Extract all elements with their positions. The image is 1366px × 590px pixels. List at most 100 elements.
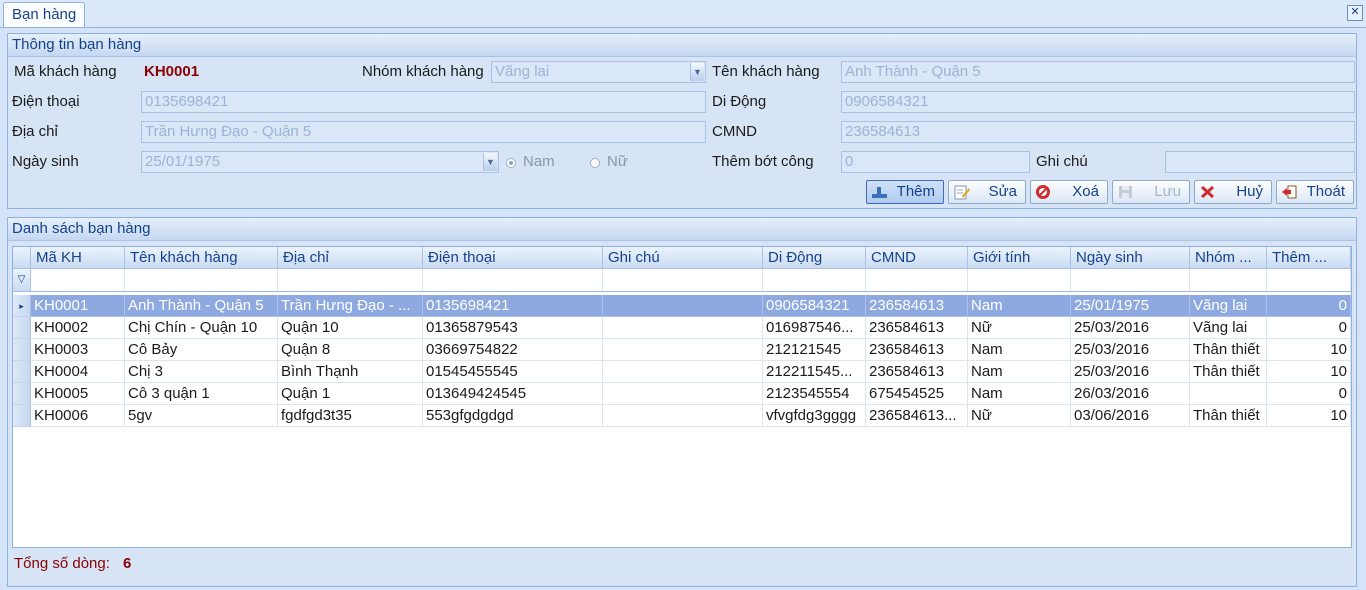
row-indicator[interactable]: [13, 317, 31, 339]
xoa-button[interactable]: Xoá: [1030, 180, 1108, 204]
cell-nhom[interactable]: [1190, 383, 1267, 405]
column-header-ngay-sinh[interactable]: Ngày sinh: [1071, 247, 1190, 269]
column-header-them-bot[interactable]: Thêm ...: [1267, 247, 1351, 269]
column-header-ma-kh[interactable]: Mã KH: [31, 247, 125, 269]
filter-cell-gioi-tinh[interactable]: [968, 269, 1071, 291]
cell-them-bot[interactable]: 0: [1267, 317, 1351, 339]
cell-dien-thoai[interactable]: 01545455545: [423, 361, 603, 383]
cell-ma-kh[interactable]: KH0006: [31, 405, 125, 427]
cell-dia-chi[interactable]: fgdfgd3t35: [278, 405, 423, 427]
cell-ghi-chu[interactable]: [603, 339, 763, 361]
cell-di-dong[interactable]: 2123545554: [763, 383, 866, 405]
them-bot-cong-input[interactable]: 0: [841, 151, 1030, 173]
huy-button[interactable]: Huỷ: [1194, 180, 1272, 204]
filter-row[interactable]: ▽: [13, 269, 1351, 292]
cell-dia-chi[interactable]: Quận 8: [278, 339, 423, 361]
cell-them-bot[interactable]: 0: [1267, 383, 1351, 405]
tab-ban-hang[interactable]: Bạn hàng: [3, 2, 86, 27]
row-indicator[interactable]: [13, 383, 31, 405]
di-dong-input[interactable]: 0906584321: [841, 91, 1355, 113]
row-indicator[interactable]: [13, 339, 31, 361]
dien-thoai-input[interactable]: 0135698421: [141, 91, 706, 113]
cell-di-dong[interactable]: 212121545: [763, 339, 866, 361]
cell-di-dong[interactable]: 212211545...: [763, 361, 866, 383]
cell-ten-kh[interactable]: Cô 3 quận 1: [125, 383, 278, 405]
customer-grid[interactable]: ▽ Mã KH Tên khách hàng Địa chỉ Điện thoại Gh…: [12, 246, 1352, 548]
column-header-dien-thoai[interactable]: Điện thoại: [423, 247, 603, 269]
cell-ngay-sinh[interactable]: 25/03/2016: [1071, 339, 1190, 361]
filter-cell-dia-chi[interactable]: [278, 269, 423, 291]
cell-ma-kh[interactable]: KH0001: [31, 295, 125, 317]
cell-ma-kh[interactable]: KH0003: [31, 339, 125, 361]
table-row[interactable]: ▸ KH0001 Anh Thành - Quận 5 Trần Hưng Đạo -…: [13, 295, 1351, 317]
close-icon[interactable]: ✕: [1347, 5, 1363, 21]
dia-chi-input[interactable]: Trần Hưng Đạo - Quận 5: [141, 121, 706, 143]
luu-button[interactable]: Lưu: [1112, 180, 1190, 204]
filter-cell-ten-kh[interactable]: [125, 269, 278, 291]
cell-nhom[interactable]: Thân thiết: [1190, 339, 1267, 361]
cell-ma-kh[interactable]: KH0005: [31, 383, 125, 405]
cell-ghi-chu[interactable]: [603, 383, 763, 405]
table-row[interactable]: KH0005 Cô 3 quận 1 Quận 1 013649424545 21235…: [13, 383, 1351, 405]
cell-di-dong[interactable]: 0906584321: [763, 295, 866, 317]
cmnd-input[interactable]: 236584613: [841, 121, 1355, 143]
filter-cell-di-dong[interactable]: [763, 269, 866, 291]
cell-nhom[interactable]: Thân thiết: [1190, 361, 1267, 383]
cell-gioi-tinh[interactable]: Nữ: [968, 405, 1071, 427]
cell-ma-kh[interactable]: KH0004: [31, 361, 125, 383]
sua-button[interactable]: Sửa: [948, 180, 1026, 204]
cell-ma-kh[interactable]: KH0002: [31, 317, 125, 339]
filter-icon[interactable]: ▽: [13, 269, 31, 291]
cell-di-dong[interactable]: 016987546...: [763, 317, 866, 339]
row-indicator[interactable]: [13, 405, 31, 427]
filter-cell-cmnd[interactable]: [866, 269, 968, 291]
cell-them-bot[interactable]: 0: [1267, 295, 1351, 317]
cell-cmnd[interactable]: 236584613: [866, 317, 968, 339]
them-button[interactable]: Thêm: [866, 180, 944, 204]
chevron-down-icon[interactable]: ▼: [690, 63, 704, 81]
column-header-dia-chi[interactable]: Địa chỉ: [278, 247, 423, 269]
cell-dia-chi[interactable]: Quận 10: [278, 317, 423, 339]
cell-ngay-sinh[interactable]: 25/03/2016: [1071, 317, 1190, 339]
cell-gioi-tinh[interactable]: Nữ: [968, 317, 1071, 339]
cell-ten-kh[interactable]: Chị Chín - Quận 10: [125, 317, 278, 339]
cell-ghi-chu[interactable]: [603, 405, 763, 427]
column-header-gioi-tinh[interactable]: Giới tính: [968, 247, 1071, 269]
cell-them-bot[interactable]: 10: [1267, 405, 1351, 427]
cell-nhom[interactable]: Vãng lai: [1190, 317, 1267, 339]
cell-nhom[interactable]: Thân thiết: [1190, 405, 1267, 427]
filter-cell-nhom[interactable]: [1190, 269, 1267, 291]
filter-cell-them-bot[interactable]: [1267, 269, 1351, 291]
cell-dien-thoai[interactable]: 0135698421: [423, 295, 603, 317]
cell-gioi-tinh[interactable]: Nam: [968, 295, 1071, 317]
cell-gioi-tinh[interactable]: Nam: [968, 361, 1071, 383]
cell-dia-chi[interactable]: Quận 1: [278, 383, 423, 405]
nhom-kh-select[interactable]: Vãng lai ▼: [491, 61, 706, 83]
radio-nu[interactable]: [590, 158, 600, 168]
cell-di-dong[interactable]: vfvgfdg3gggg: [763, 405, 866, 427]
cell-cmnd[interactable]: 236584613...: [866, 405, 968, 427]
cell-dien-thoai[interactable]: 03669754822: [423, 339, 603, 361]
column-header-di-dong[interactable]: Di Động: [763, 247, 866, 269]
thoat-button[interactable]: Thoát: [1276, 180, 1354, 204]
row-indicator[interactable]: [13, 361, 31, 383]
cell-ngay-sinh[interactable]: 03/06/2016: [1071, 405, 1190, 427]
cell-them-bot[interactable]: 10: [1267, 339, 1351, 361]
filter-cell-ngay-sinh[interactable]: [1071, 269, 1190, 291]
chevron-down-icon[interactable]: ▼: [483, 153, 497, 171]
filter-cell-ghi-chu[interactable]: [603, 269, 763, 291]
row-indicator[interactable]: ▸: [13, 295, 31, 317]
cell-ghi-chu[interactable]: [603, 361, 763, 383]
table-row[interactable]: KH0003 Cô Bảy Quận 8 03669754822 212121545 23…: [13, 339, 1351, 361]
column-header-nhom[interactable]: Nhóm ...: [1190, 247, 1267, 269]
cell-them-bot[interactable]: 10: [1267, 361, 1351, 383]
cell-ghi-chu[interactable]: [603, 295, 763, 317]
cell-dia-chi[interactable]: Trần Hưng Đạo - ...: [278, 295, 423, 317]
column-header-ten-kh[interactable]: Tên khách hàng: [125, 247, 278, 269]
cell-gioi-tinh[interactable]: Nam: [968, 339, 1071, 361]
cell-ten-kh[interactable]: Chị 3: [125, 361, 278, 383]
cell-dia-chi[interactable]: Bình Thạnh: [278, 361, 423, 383]
filter-cell-dien-thoai[interactable]: [423, 269, 603, 291]
filter-cell-ma-kh[interactable]: [31, 269, 125, 291]
table-row[interactable]: KH0002 Chị Chín - Quận 10 Quận 10 013658795…: [13, 317, 1351, 339]
